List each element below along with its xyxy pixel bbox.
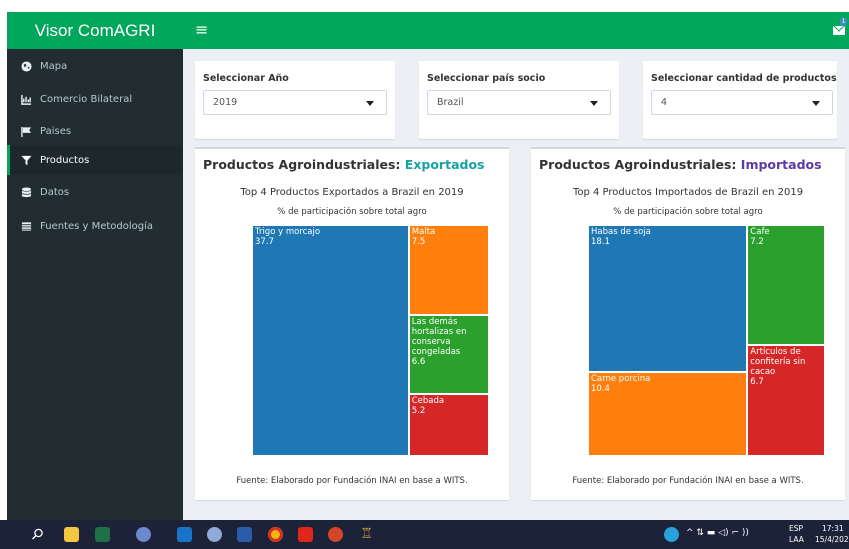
imports-chart-title: Top 4 Productos Importados de Brazil en … (572, 187, 804, 198)
chevron-down-icon (590, 101, 598, 106)
exports-chart-title: Top 4 Productos Exportados a Brazil en 2… (240, 187, 464, 198)
treemap-tile[interactable]: Carne porcina 10.4 (588, 371, 748, 456)
imports-title-prefix: Productos Agroindustriales: (539, 157, 741, 172)
database-icon (21, 186, 32, 198)
count-select[interactable]: 4 (651, 90, 833, 115)
envelope-icon[interactable] (833, 26, 845, 35)
r-app-icon[interactable] (136, 527, 151, 542)
chevron-down-icon (366, 101, 374, 106)
imports-panel-title: Productos Agroindustriales: Importados (539, 157, 822, 172)
exports-treemap: Trigo y morcajo 37.7 Malta 7.5 Las demás h… (252, 225, 489, 456)
country-select-label: Seleccionar país socio (427, 73, 546, 84)
exports-panel-title: Productos Agroindustriales: Exportados (203, 157, 484, 172)
treemap-tile[interactable]: Malta 7.5 (408, 225, 489, 315)
treemap-tile-label: Habas de soja 18.1 (591, 227, 651, 247)
keyboard-layout[interactable]: LAA (789, 535, 804, 544)
sidebar-item-label: Fuentes y Metodología (40, 220, 154, 232)
exports-title-prefix: Productos Agroindustriales: (203, 157, 405, 172)
clock-date[interactable]: 15/4/202 (815, 535, 849, 544)
line-chart-icon (21, 94, 32, 105)
treemap-tile[interactable]: Cebada 5.2 (408, 393, 489, 456)
clock-time[interactable]: 17:31 (822, 524, 844, 533)
treemap-tile-label: Trigo y morcajo 37.7 (255, 227, 321, 247)
search-icon[interactable] (30, 527, 45, 542)
sidebar-item-mapa[interactable]: Mapa (7, 51, 183, 81)
treemap-tile-label: Cebada 5.2 (411, 395, 445, 416)
exports-panel: Productos Agroindustriales: Exportados T… (195, 147, 509, 500)
tray-icons[interactable]: ^ ⇅ ▬ ◁) ⌐ )) (686, 529, 749, 538)
imports-chart-subtitle: % de participación sobre total agro (613, 207, 763, 217)
imports-title-highlight: Importados (740, 157, 822, 172)
sidebar-item-productos[interactable]: Productos (7, 145, 183, 175)
country-filter-box: Seleccionar país socio Brazil (419, 61, 619, 139)
funnel-icon (21, 155, 32, 166)
sidebar-item-datos[interactable]: Datos (7, 177, 183, 207)
treemap-tile-label: Cafe 7.2 (750, 227, 770, 247)
treemap-tile-label: Carne porcina 10.4 (591, 373, 651, 394)
sidebar-item-paises[interactable]: Paises (7, 116, 183, 146)
language-indicator[interactable]: ESP (789, 524, 803, 533)
sidebar-item-label: Datos (40, 186, 70, 198)
count-select-label: Seleccionar cantidad de productos (651, 73, 837, 84)
excel-icon[interactable] (95, 527, 110, 542)
exports-source-note: Fuente: Elaborado por Fundación INAI en … (236, 476, 468, 486)
country-select[interactable]: Brazil (427, 90, 611, 115)
flag-icon (21, 126, 32, 137)
treemap-tile[interactable]: Trigo y morcajo 37.7 (252, 225, 409, 456)
file-explorer-icon[interactable] (64, 527, 79, 542)
treemap-tile[interactable]: Cafe 7.2 (747, 225, 825, 345)
globe-icon (21, 60, 32, 72)
app-logo[interactable]: Visor ComAGRI (7, 12, 183, 49)
count-select-value: 4 (661, 97, 668, 108)
imports-source-note: Fuente: Elaborado por Fundación INAI en … (572, 476, 804, 486)
sidebar-item-label: Paises (40, 125, 72, 137)
treemap-tile-label: Artículos de confitería sin cacao 6.7 (750, 346, 806, 387)
network-app-icon[interactable] (207, 527, 222, 542)
outlook-icon[interactable] (177, 527, 192, 542)
imports-panel: Productos Agroindustriales: Importados T… (531, 147, 845, 500)
notification-badge: 1 (840, 18, 847, 26)
year-select-value: 2019 (213, 97, 238, 108)
year-filter-box: Seleccionar Año 2019 (195, 61, 395, 139)
acrobat-icon[interactable] (298, 527, 313, 542)
book-icon (21, 221, 32, 232)
sidebar-item-label: Comercio Bilateral (40, 93, 133, 105)
pinned-app-icon[interactable]: ♖ (359, 527, 374, 542)
chevron-down-icon (812, 101, 820, 106)
exports-title-highlight: Exportados (404, 157, 485, 172)
powerpoint-icon[interactable] (328, 527, 343, 542)
imports-treemap: Habas de soja 18.1 Carne porcina 10.4 Cafe… (588, 225, 825, 456)
sidebar-item-label: Productos (40, 154, 90, 166)
sidebar-item-comercio-bilateral[interactable]: Comercio Bilateral (7, 84, 183, 114)
chrome-icon[interactable] (268, 527, 283, 542)
menu-toggle-icon[interactable]: ≡ (195, 21, 208, 39)
country-select-value: Brazil (437, 97, 464, 108)
help-icon[interactable] (664, 527, 679, 542)
exports-chart-subtitle: % de participación sobre total agro (277, 207, 427, 217)
sidebar: Mapa Comercio Bilateral Paises Productos… (7, 49, 183, 520)
taskbar: ♖ ^ ⇅ ▬ ◁) ⌐ )) ESP LAA 17:31 15/4/202 (0, 520, 849, 549)
year-select-label: Seleccionar Año (203, 73, 289, 84)
treemap-tile[interactable]: Habas de soja 18.1 (588, 225, 748, 372)
count-filter-box: Seleccionar cantidad de productos 4 (643, 61, 837, 139)
sidebar-item-label: Mapa (40, 60, 68, 72)
treemap-tile-label: Las demás hortalizas en conserva congela… (411, 316, 467, 367)
top-navbar: ≡ 1 (183, 12, 849, 49)
treemap-tile[interactable]: Artículos de confitería sin cacao 6.7 (747, 344, 825, 456)
word-icon[interactable] (237, 527, 252, 542)
treemap-tile[interactable]: Las demás hortalizas en conserva congela… (408, 314, 489, 394)
treemap-tile-label: Malta 7.5 (411, 227, 436, 247)
sidebar-item-fuentes-metodologia[interactable]: Fuentes y Metodología (7, 211, 183, 241)
main-content: Seleccionar Año 2019 Seleccionar país so… (183, 49, 849, 520)
year-select[interactable]: 2019 (203, 90, 387, 115)
